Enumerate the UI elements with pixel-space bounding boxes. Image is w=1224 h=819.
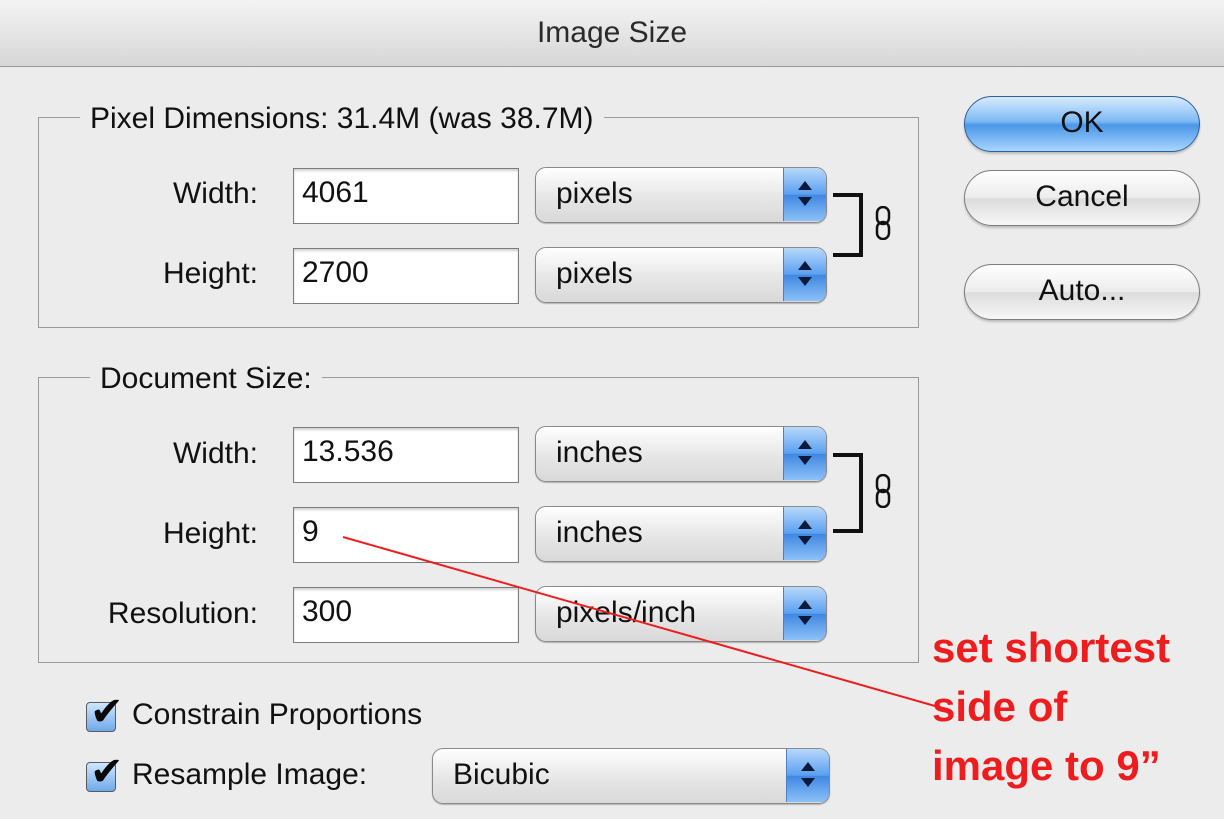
pixel-width-unit-select[interactable]: pixels — [535, 167, 827, 223]
doc-height-unit: inches — [556, 516, 643, 549]
doc-width-label: Width: — [172, 437, 258, 470]
resample-method: Bicubic — [453, 758, 550, 791]
annotation-line-1: set shortest — [932, 624, 1171, 671]
checkmark-icon: ✔ — [90, 690, 124, 734]
up-down-arrows-icon — [783, 168, 826, 221]
document-size-legend: Document Size: — [90, 362, 322, 396]
window-title: Image Size — [536, 16, 688, 49]
resolution-unit-select[interactable]: pixels/inch — [535, 586, 827, 642]
up-down-arrows-icon — [783, 507, 826, 560]
pixel-height-field[interactable]: 2700 — [293, 248, 519, 304]
chain-link-icon — [875, 206, 891, 240]
link-bracket — [833, 193, 863, 257]
resample-image-label: Resample Image: — [132, 758, 368, 791]
pixel-width-unit: pixels — [556, 177, 633, 210]
resample-method-select[interactable]: Bicubic — [432, 748, 830, 804]
constrain-proportions-label: Constrain Proportions — [132, 698, 423, 731]
up-down-arrows-icon — [783, 427, 826, 480]
pixel-height-unit: pixels — [556, 257, 633, 290]
resolution-field[interactable]: 300 — [293, 587, 519, 643]
up-down-arrows-icon — [786, 749, 829, 802]
doc-height-unit-select[interactable]: inches — [535, 506, 827, 562]
pixel-height-label: Height: — [162, 257, 258, 290]
doc-width-unit-select[interactable]: inches — [535, 426, 827, 482]
doc-width-field[interactable]: 13.536 — [293, 427, 519, 483]
ok-button[interactable]: OK — [964, 96, 1200, 152]
title-bar: Image Size — [0, 0, 1224, 67]
resample-image-checkbox[interactable]: ✔ — [86, 750, 124, 794]
doc-width-unit: inches — [556, 436, 643, 469]
annotation-line-3: image to 9” — [932, 742, 1161, 789]
resolution-unit: pixels/inch — [556, 596, 697, 629]
pixel-width-label: Width: — [172, 177, 258, 210]
annotation-text: set shortest side of image to 9” — [932, 618, 1170, 795]
cancel-button[interactable]: Cancel — [964, 170, 1200, 226]
up-down-arrows-icon — [783, 248, 826, 301]
up-down-arrows-icon — [783, 587, 826, 640]
link-bracket — [833, 453, 863, 533]
auto-button[interactable]: Auto... — [964, 264, 1200, 320]
pixel-dimensions-legend: Pixel Dimensions: 31.4M (was 38.7M) — [80, 102, 604, 136]
pixel-height-unit-select[interactable]: pixels — [535, 247, 827, 303]
checkmark-icon: ✔ — [90, 750, 124, 794]
doc-height-field[interactable]: 9 — [293, 507, 519, 563]
annotation-line-2: side of — [932, 683, 1068, 730]
doc-height-label: Height: — [162, 517, 258, 550]
constrain-proportions-checkbox[interactable]: ✔ — [86, 690, 124, 734]
pixel-width-field[interactable]: 4061 — [293, 168, 519, 224]
resolution-label: Resolution: — [107, 597, 258, 630]
chain-link-icon — [875, 474, 891, 508]
